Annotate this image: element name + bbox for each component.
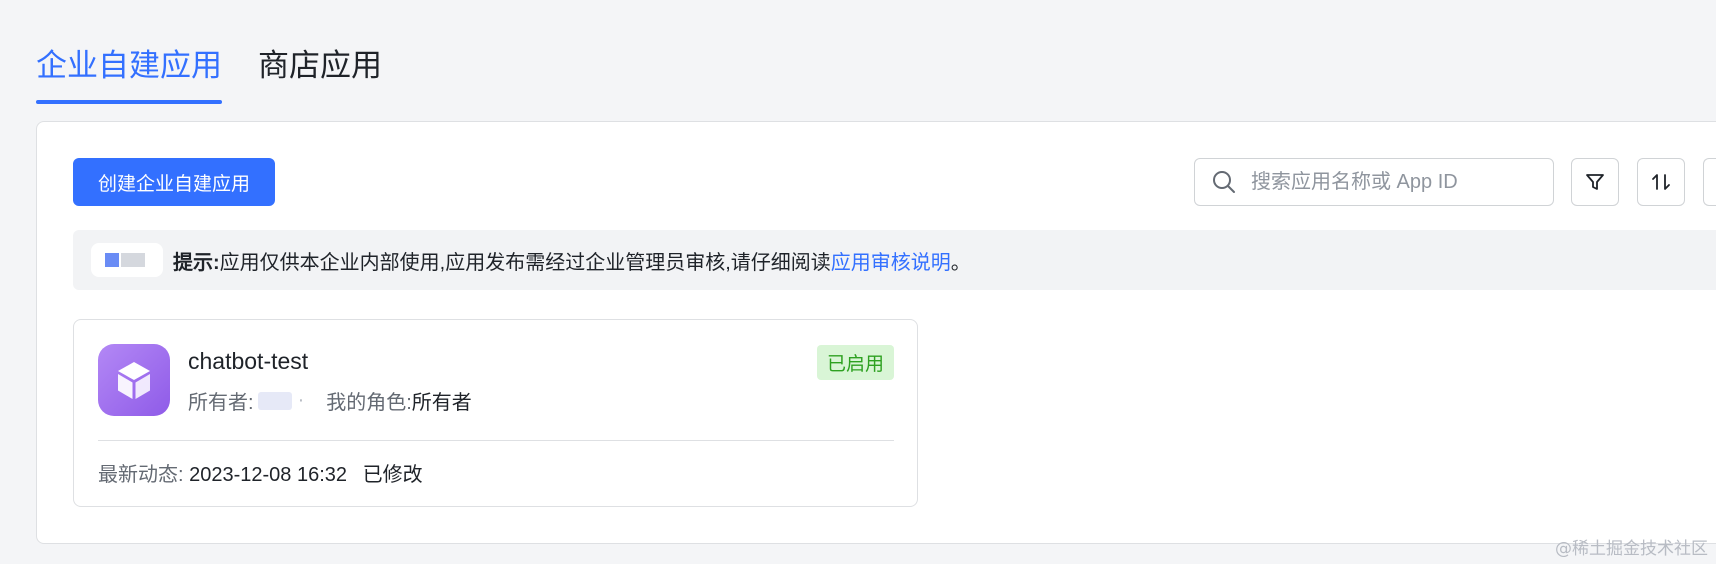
role-label: 我的角色: <box>326 392 412 414</box>
owner-avatar <box>257 391 292 410</box>
apps-panel: 创建企业自建应用 提示: 应用仅供本企业内部使用,应用发布需经过企业管理员审核,… <box>36 121 1716 544</box>
review-guide-link[interactable]: 应用审核说明 <box>831 246 951 275</box>
notice-banner: 提示: 应用仅供本企业内部使用,应用发布需经过企业管理员审核,请仔细阅读 应用审… <box>73 230 1716 290</box>
notice-text: 应用仅供本企业内部使用,应用发布需经过企业管理员审核,请仔细阅读 <box>219 251 831 274</box>
divider <box>98 440 894 441</box>
filter-button[interactable] <box>1571 158 1619 206</box>
notice-avatar <box>91 243 163 277</box>
more-options-button[interactable] <box>1703 158 1716 206</box>
filter-icon <box>1586 174 1604 190</box>
latest-time: 2023-12-08 16:32 <box>189 464 348 486</box>
search-box[interactable] <box>1194 158 1554 206</box>
tab-store-apps[interactable]: 商店应用 <box>258 40 382 104</box>
watermark: @稀土掘金技术社区 <box>1555 539 1708 559</box>
tab-internal-apps[interactable]: 企业自建应用 <box>36 40 222 104</box>
search-icon <box>1213 171 1235 193</box>
owner-label: 所有者: <box>188 392 254 414</box>
app-name: chatbot-test <box>188 348 309 374</box>
sort-button[interactable] <box>1637 158 1685 206</box>
role-value: 所有者 <box>411 392 472 414</box>
notice-label: 提示: <box>173 251 220 274</box>
latest-activity: 最新动态: 2023-12-08 16:32 已修改 <box>98 458 423 487</box>
app-tabs: 企业自建应用 商店应用 <box>36 40 382 104</box>
app-cube-icon <box>98 344 170 416</box>
notice-end: 。 <box>950 251 971 274</box>
app-meta: 所有者: · 我的角色: 所有者 <box>188 386 472 415</box>
latest-action: 已修改 <box>362 464 423 486</box>
app-card[interactable]: chatbot-test 所有者: · 我的角色: 所有者 已启用 最新动态: … <box>73 319 918 507</box>
latest-label: 最新动态: <box>98 464 184 486</box>
status-badge: 已启用 <box>816 345 894 380</box>
sort-icon <box>1652 174 1670 190</box>
search-input[interactable] <box>1251 170 1541 194</box>
create-app-button[interactable]: 创建企业自建应用 <box>73 158 275 206</box>
